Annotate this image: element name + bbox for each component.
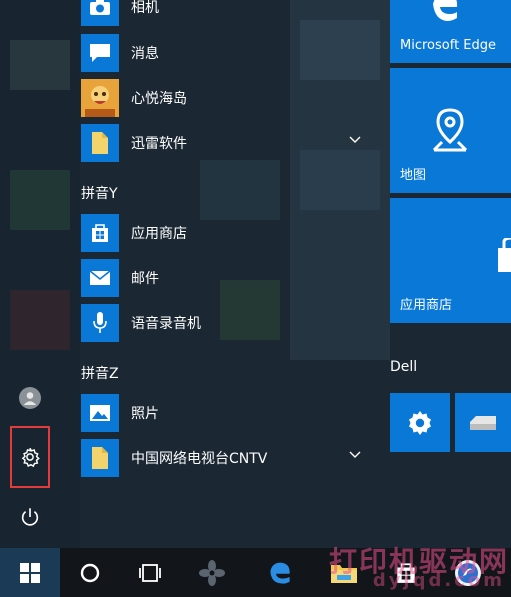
app-item-game[interactable]: 心悦海岛 bbox=[81, 79, 371, 117]
drive-icon bbox=[470, 415, 496, 430]
cortana-circle-icon bbox=[80, 563, 100, 582]
tile-dell-settings[interactable] bbox=[390, 393, 450, 452]
app-label: 邮件 bbox=[131, 271, 159, 287]
app-item-mail[interactable]: 邮件 bbox=[81, 259, 371, 297]
app-label: 相机 bbox=[131, 0, 159, 16]
power-button[interactable] bbox=[10, 497, 50, 537]
start-button[interactable] bbox=[0, 548, 60, 597]
cortana-button[interactable] bbox=[60, 548, 120, 597]
app-label: 心悦海岛 bbox=[131, 91, 187, 107]
app-label: 消息 bbox=[131, 46, 159, 62]
edge-icon bbox=[433, 0, 458, 21]
message-icon bbox=[81, 34, 119, 72]
settings-button[interactable] bbox=[10, 426, 50, 488]
gear-badge-icon bbox=[409, 410, 431, 435]
photos-icon bbox=[81, 394, 119, 432]
microphone-icon bbox=[81, 304, 119, 342]
taskbar: 打印机驱动网 dyjqd.com bbox=[0, 545, 511, 597]
tile-group-header-dell[interactable]: Dell bbox=[390, 359, 417, 375]
gear-icon bbox=[21, 447, 40, 468]
app-label: 中国网络电视台CNTV bbox=[131, 451, 268, 467]
tile-maps[interactable]: 地图 bbox=[390, 68, 511, 193]
map-pin-icon bbox=[432, 108, 468, 152]
power-icon bbox=[21, 508, 39, 526]
app-label: 应用商店 bbox=[131, 226, 187, 242]
folder-icon bbox=[81, 439, 119, 477]
taskbar-app-fan[interactable] bbox=[182, 548, 242, 597]
chevron-down-icon bbox=[349, 451, 361, 458]
taskbar-edge[interactable] bbox=[252, 548, 308, 597]
task-view-icon bbox=[139, 563, 161, 582]
tile-label: 地图 bbox=[400, 168, 427, 183]
app-item-camera[interactable]: 相机 bbox=[81, 0, 371, 26]
tile-dell-drive[interactable] bbox=[455, 393, 511, 452]
app-item-store[interactable]: 应用商店 bbox=[81, 214, 371, 252]
group-header-z[interactable]: 拼音Z bbox=[81, 363, 119, 383]
task-view-button[interactable] bbox=[120, 548, 180, 597]
folder-icon bbox=[81, 124, 119, 162]
mail-icon bbox=[81, 259, 119, 297]
chevron-down-icon bbox=[349, 136, 361, 143]
edge-icon bbox=[270, 562, 290, 584]
windows-logo-icon bbox=[20, 562, 40, 583]
app-item-photos[interactable]: 照片 bbox=[81, 394, 371, 432]
app-item-messaging[interactable]: 消息 bbox=[81, 34, 371, 72]
game-icon bbox=[81, 79, 119, 117]
tile-label: Microsoft Edge bbox=[400, 38, 497, 53]
app-folder-cntv[interactable]: 中国网络电视台CNTV bbox=[81, 439, 371, 477]
app-label: 语音录音机 bbox=[131, 316, 201, 332]
user-avatar-icon bbox=[19, 387, 41, 409]
fan-icon bbox=[199, 559, 225, 586]
tile-store[interactable]: 应用商店 bbox=[390, 198, 511, 323]
app-folder-xunlei[interactable]: 迅雷软件 bbox=[81, 124, 371, 162]
tile-label: 应用商店 bbox=[400, 298, 453, 313]
app-label: 照片 bbox=[131, 406, 159, 422]
store-icon bbox=[81, 214, 119, 252]
user-account-button[interactable] bbox=[10, 378, 50, 418]
app-label: 迅雷软件 bbox=[131, 136, 187, 152]
group-header-y[interactable]: 拼音Y bbox=[81, 183, 118, 203]
app-item-voice-recorder[interactable]: 语音录音机 bbox=[81, 304, 371, 342]
tile-microsoft-edge[interactable]: Microsoft Edge bbox=[390, 0, 511, 63]
camera-icon bbox=[81, 0, 119, 26]
watermark-url: dyjqd.com bbox=[372, 570, 505, 591]
store-bag-icon bbox=[498, 238, 511, 272]
